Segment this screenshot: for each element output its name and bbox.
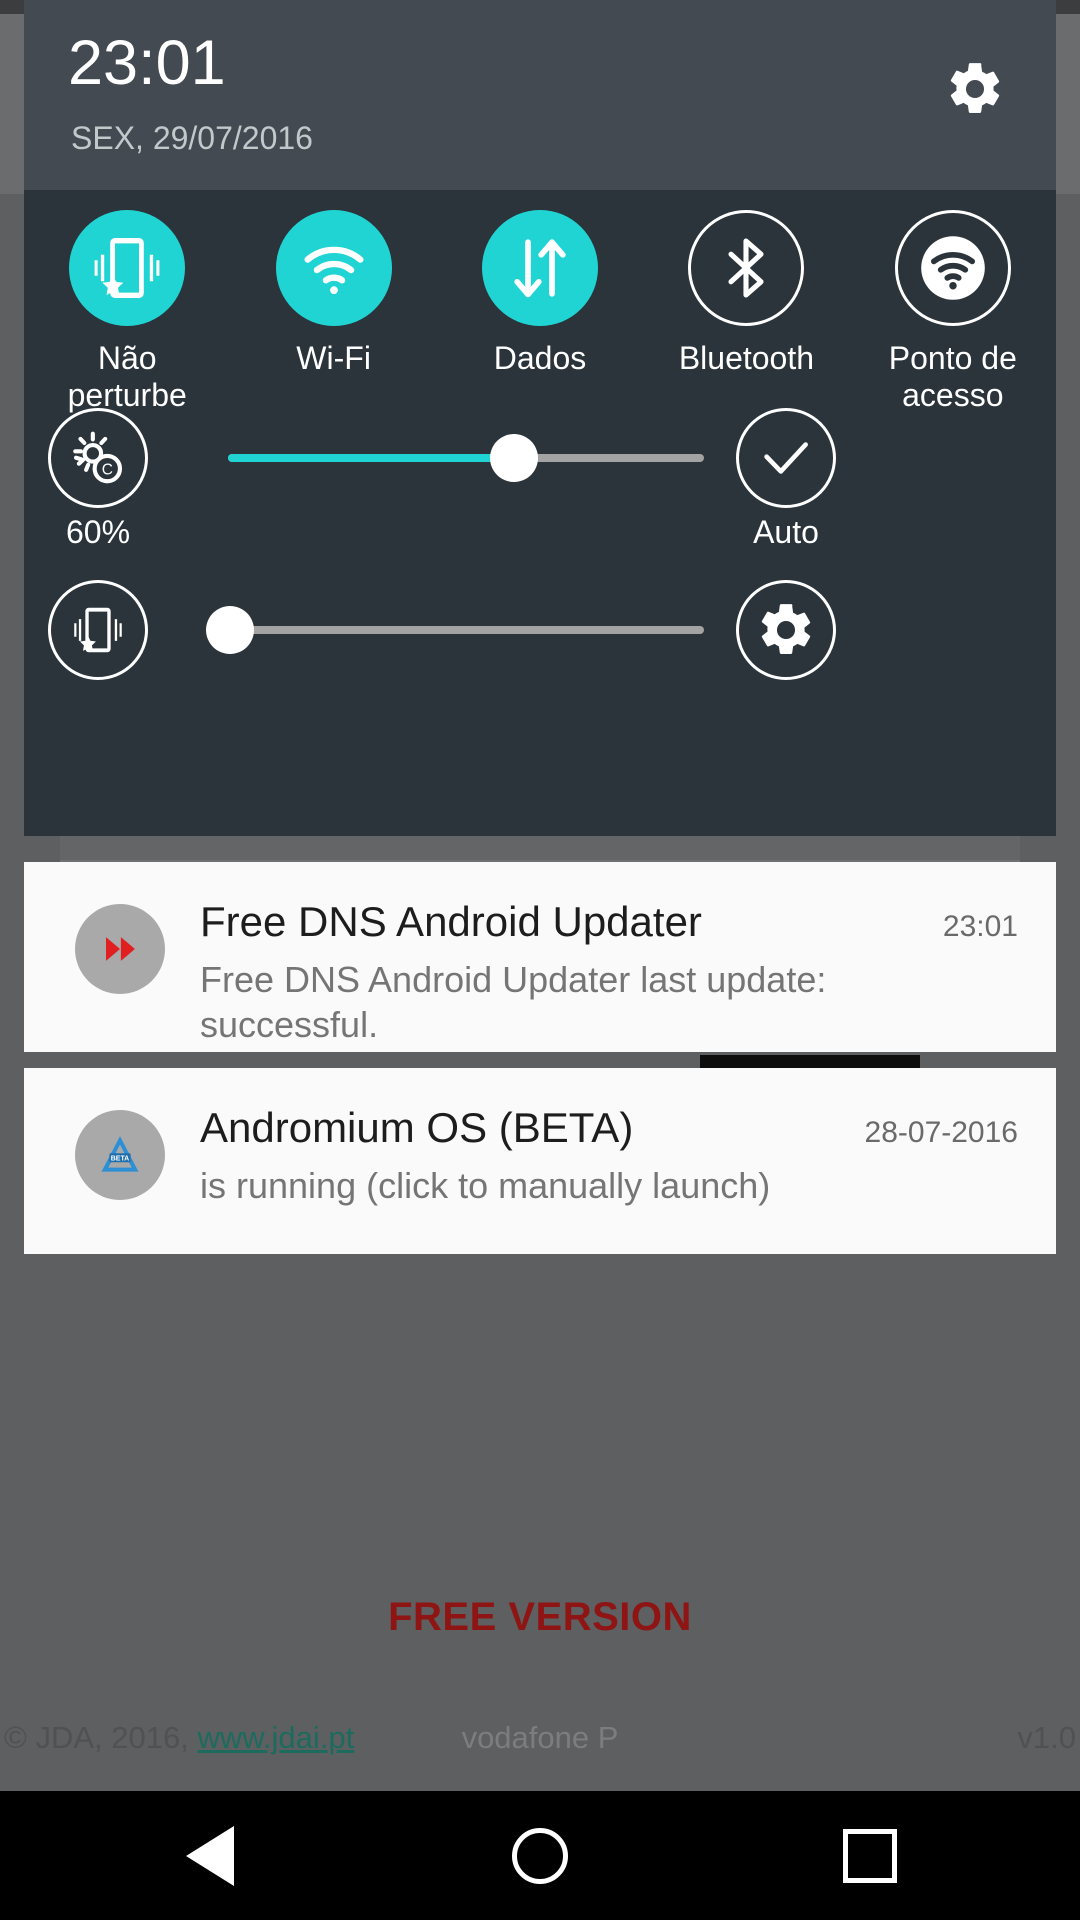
- navigation-bar: [0, 1791, 1080, 1920]
- notification-title: Free DNS Android Updater: [200, 898, 702, 945]
- tile-mobile-data[interactable]: Dados: [437, 210, 643, 414]
- mobile-data-icon: [482, 210, 599, 326]
- volume-slider-thumb[interactable]: [206, 606, 254, 654]
- recents-button[interactable]: [790, 1791, 950, 1920]
- tile-wifi[interactable]: Wi-Fi: [230, 210, 436, 414]
- tile-label: Bluetooth: [678, 340, 815, 376]
- brightness-slider-track[interactable]: [228, 434, 704, 482]
- quick-settings-tiles: Não perturbe Wi-Fi Dados Bluetooth Ponto…: [24, 210, 1056, 414]
- screen: FREE VERSION © JDA, 2016, www.jdai.pt vo…: [0, 0, 1080, 1920]
- footer-carrier: vodafone P: [461, 1720, 619, 1755]
- tile-bluetooth[interactable]: Bluetooth: [643, 210, 849, 414]
- volume-row: [24, 580, 1056, 700]
- clock-date: SEX, 29/07/2016: [71, 120, 313, 156]
- footer-version: v1.0: [1017, 1720, 1076, 1755]
- svg-text:BETA: BETA: [111, 1155, 129, 1162]
- andromium-beta-icon: BETA: [75, 1110, 165, 1200]
- shade-header: 23:01 SEX, 29/07/2016: [24, 0, 1056, 190]
- notification-time: 28-07-2016: [864, 1116, 1018, 1149]
- background-footer: © JDA, 2016, www.jdai.pt vodafone P v1.0: [0, 1720, 1080, 1768]
- brightness-slider-thumb[interactable]: [490, 434, 538, 482]
- tile-hotspot[interactable]: Ponto de acesso: [850, 210, 1056, 414]
- quick-settings-shade: 23:01 SEX, 29/07/2016 Não perturbe Wi-Fi…: [24, 0, 1056, 836]
- notification-text: is running (click to manually launch): [200, 1165, 771, 1206]
- check-icon[interactable]: [736, 408, 836, 508]
- gear-icon[interactable]: [944, 58, 1006, 120]
- svg-text:C: C: [102, 461, 113, 478]
- tile-label: Wi-Fi: [296, 340, 371, 376]
- brightness-auto-icon[interactable]: C: [48, 408, 148, 508]
- brightness-value: 60%: [65, 514, 131, 550]
- vibrate-priority-icon[interactable]: [48, 580, 148, 680]
- notification-card[interactable]: Free DNS Android Updater 23:01 Free DNS …: [24, 862, 1056, 1052]
- do-not-disturb-icon: [69, 210, 186, 326]
- clock-time: 23:01: [68, 28, 226, 98]
- back-button[interactable]: [130, 1791, 290, 1920]
- volume-slider-track[interactable]: [206, 606, 704, 654]
- wifi-icon: [275, 210, 392, 326]
- tile-label: Dados: [493, 340, 587, 376]
- notification-card[interactable]: BETA Andromium OS (BETA) 28-07-2016 is r…: [24, 1068, 1056, 1254]
- shade-body: Não perturbe Wi-Fi Dados Bluetooth Ponto…: [24, 190, 1056, 836]
- notification-text: Free DNS Android Updater last update: su…: [200, 959, 827, 1045]
- free-version-banner: FREE VERSION: [388, 1595, 692, 1639]
- hotspot-icon: [894, 210, 1011, 326]
- auto-brightness-label: Auto: [753, 514, 819, 550]
- tile-do-not-disturb[interactable]: Não perturbe: [24, 210, 230, 414]
- home-circle-icon: [512, 1827, 568, 1884]
- tile-label: Não perturbe: [67, 340, 187, 414]
- brightness-slider-fill: [228, 454, 513, 462]
- fast-forward-icon: [75, 904, 165, 994]
- tile-label: Ponto de acesso: [888, 340, 1017, 414]
- bluetooth-icon: [688, 210, 805, 326]
- gear-icon[interactable]: [736, 580, 836, 680]
- brightness-row: C 60% Auto: [24, 408, 1056, 550]
- notification-time: 23:01: [942, 910, 1018, 943]
- recents-square-icon: [843, 1828, 897, 1883]
- home-button[interactable]: [460, 1791, 620, 1920]
- notification-title: Andromium OS (BETA): [200, 1104, 634, 1151]
- back-triangle-icon: [186, 1825, 234, 1886]
